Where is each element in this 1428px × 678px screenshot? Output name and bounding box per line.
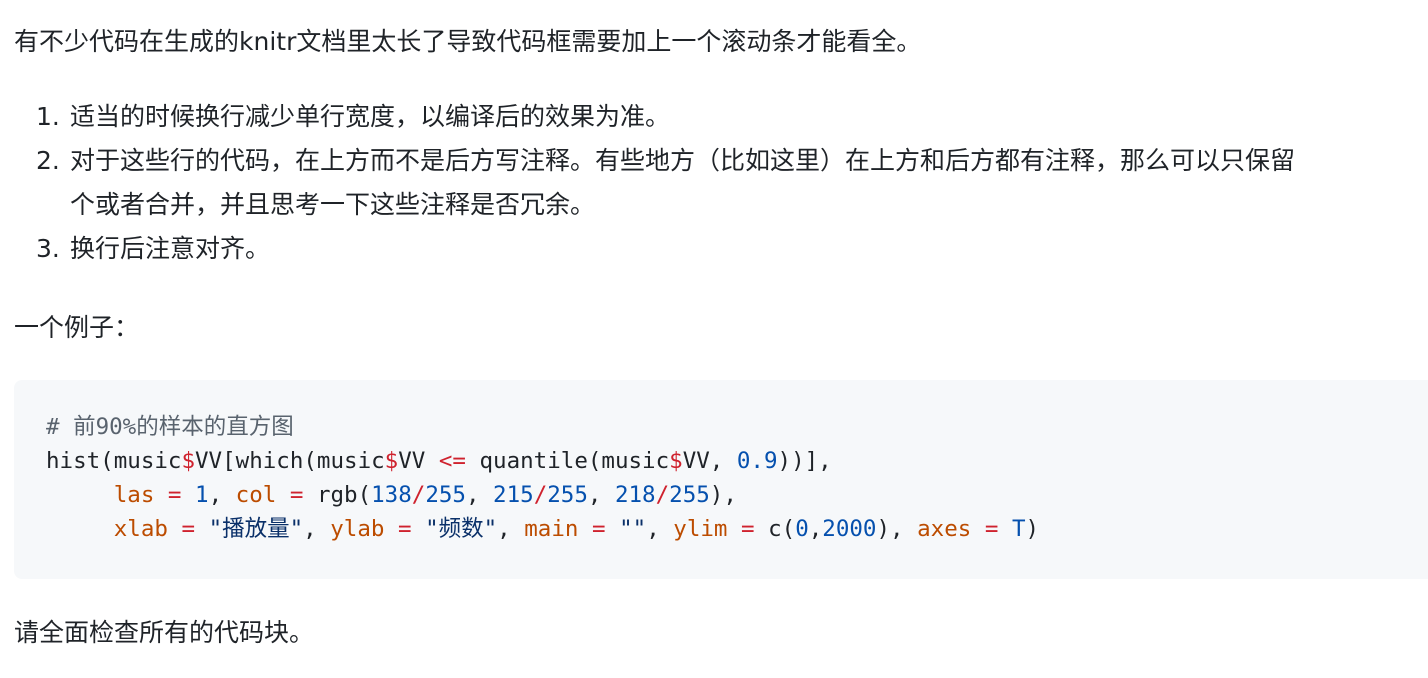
code-block[interactable]: # 前90%的样本的直方图 hist(music$VV[which(music$… xyxy=(14,380,1428,579)
code-line-4: xlab = "播放量", ylab = "频数", main = "", yl… xyxy=(113,516,1040,542)
code-line-3: las = 1, col = rgb(138/255, 215/255, 218… xyxy=(113,482,737,508)
list-number: 3. xyxy=(36,234,60,263)
comment-body: 有不少代码在生成的knitr文档里太长了导致代码框需要加上一个滚动条才能看全。 … xyxy=(0,0,1428,678)
code-comment: # 前90%的样本的直方图 xyxy=(46,414,294,440)
list-item: 1. 适当的时候换行减少单行宽度，以编译后的效果为准。 xyxy=(0,95,1428,139)
list-number: 2. xyxy=(36,146,60,175)
list-item-text: 对于这些行的代码，在上方而不是后方写注释。有些地方（比如这里）在上方和后方都有注… xyxy=(70,146,1296,175)
example-label: 一个例子： xyxy=(14,313,140,342)
list-item-text: 适当的时候换行减少单行宽度，以编译后的效果为准。 xyxy=(70,102,671,131)
closing-paragraph: 请全面检查所有的代码块。 xyxy=(14,618,315,647)
list-item: 2. 对于这些行的代码，在上方而不是后方写注释。有些地方（比如这里）在上方和后方… xyxy=(0,139,1428,227)
list-item: 3. 换行后注意对齐。 xyxy=(0,227,1428,271)
list-number: 1. xyxy=(36,102,60,131)
code-content: # 前90%的样本的直方图 hist(music$VV[which(music$… xyxy=(46,410,1039,546)
list-item-text: 换行后注意对齐。 xyxy=(70,234,271,263)
code-line-2: hist(music$VV[which(music$VV <= quantile… xyxy=(46,448,832,474)
suggestion-list: 1. 适当的时候换行减少单行宽度，以编译后的效果为准。 2. 对于这些行的代码，… xyxy=(0,95,1428,271)
list-item-text-continued: 个或者合并，并且思考一下这些注释是否冗余。 xyxy=(70,190,596,219)
intro-paragraph: 有不少代码在生成的knitr文档里太长了导致代码框需要加上一个滚动条才能看全。 xyxy=(14,27,922,56)
